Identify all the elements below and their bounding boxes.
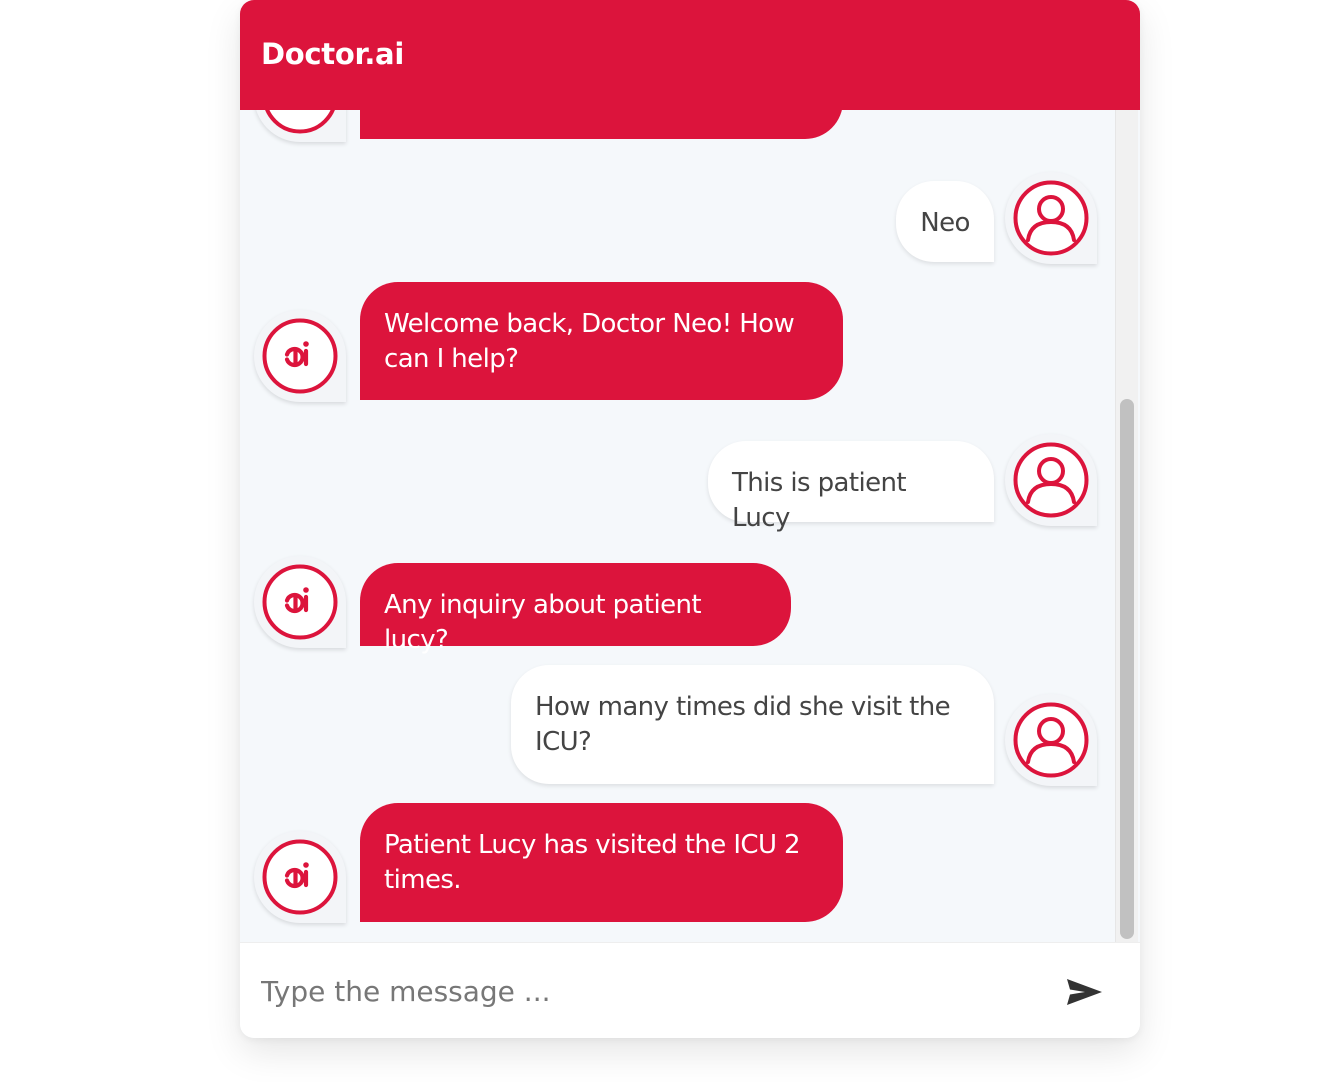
chat-window: Doctor.ai Neo Welcome back, Doctor Neo! … [240, 0, 1140, 1038]
bot-avatar [254, 310, 346, 402]
user-message-bubble: This is patient Lucy [708, 441, 994, 533]
user-message-bubble: Neo [896, 181, 994, 262]
message-row-bot: Any inquiry about patient lucy? [240, 556, 1140, 655]
user-icon [1013, 180, 1089, 256]
bot-message-bubble: Any inquiry about patient lucy? [360, 563, 791, 655]
message-row-user: This is patient Lucy [240, 434, 1140, 533]
send-icon [1067, 979, 1102, 1005]
user-avatar [1005, 434, 1097, 526]
message-row-bot: Welcome back, Doctor Neo! How can I help… [240, 282, 1140, 402]
user-avatar [1005, 172, 1097, 264]
bot-message-bubble: Patient Lucy has visited the ICU 2 times… [360, 803, 843, 922]
user-icon [1013, 442, 1089, 518]
message-input[interactable] [240, 943, 1040, 1038]
message-list: Neo Welcome back, Doctor Neo! How can I … [240, 0, 1140, 942]
scrollbar-thumb[interactable] [1120, 399, 1134, 939]
message-row-user: Neo [240, 172, 1140, 268]
bot-message-bubble: Welcome back, Doctor Neo! How can I help… [360, 282, 843, 400]
message-row-user: How many times did she visit the ICU? [240, 665, 1140, 790]
user-message-bubble: How many times did she visit the ICU? [511, 665, 994, 784]
ai-logo-icon [262, 318, 338, 394]
chat-title: Doctor.ai [261, 37, 404, 71]
ai-logo-icon [262, 564, 338, 640]
ai-logo-icon [262, 839, 338, 915]
user-icon [1013, 702, 1089, 778]
bot-avatar [254, 831, 346, 923]
bot-avatar [254, 556, 346, 648]
send-button[interactable] [1058, 967, 1112, 1017]
scrollbar[interactable] [1115, 110, 1138, 942]
user-avatar [1005, 694, 1097, 786]
chat-header: Doctor.ai [240, 0, 1140, 110]
message-row-bot: Patient Lucy has visited the ICU 2 times… [240, 803, 1140, 928]
message-input-bar [240, 942, 1140, 1038]
